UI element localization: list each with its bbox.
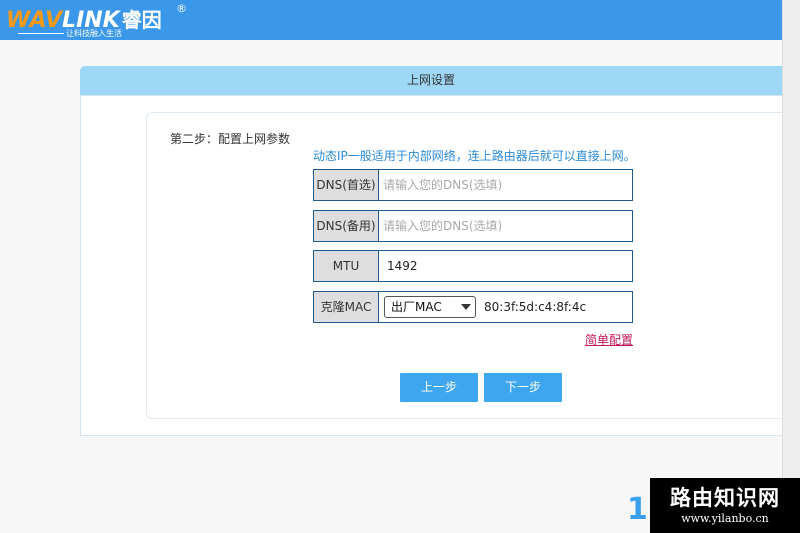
dns-backup-label: DNS(备用) xyxy=(314,211,379,241)
mtu-label: MTU xyxy=(314,251,379,281)
chevron-down-icon xyxy=(461,304,471,310)
logo-wav-text: WAV xyxy=(6,8,63,33)
mtu-field[interactable]: MTU 1492 xyxy=(313,250,633,282)
registered-mark: ® xyxy=(176,2,187,15)
simple-config-link[interactable]: 简单配置 xyxy=(585,331,633,348)
logo-slogan: 让科技融入生活 xyxy=(66,29,122,38)
dns-backup-input[interactable]: 请输入您的DNS(选填) xyxy=(383,211,502,241)
panel-title: 上网设置 xyxy=(80,66,782,95)
dns-primary-field[interactable]: DNS(首选) 请输入您的DNS(选填) xyxy=(313,169,633,201)
watermark: 路由知识网 www.yilanbo.cn xyxy=(650,478,800,533)
dns-primary-input[interactable]: 请输入您的DNS(选填) xyxy=(383,170,502,200)
dns-backup-field[interactable]: DNS(备用) 请输入您的DNS(选填) xyxy=(313,210,633,242)
top-header: WAVLINK 睿因 ® 让科技融入生活 xyxy=(0,0,782,40)
step-label: 第二步：配置上网参数 xyxy=(170,132,291,146)
connection-hint: 动态IP一般适用于内部网络，连上路由器后就可以直接上网。 xyxy=(313,149,636,163)
mac-source-selected: 出厂MAC xyxy=(391,300,442,314)
clone-mac-field[interactable]: 克隆MAC 出厂MAC 80:3f:5d:c4:8f:4c xyxy=(313,291,633,323)
clone-mac-label: 克隆MAC xyxy=(314,292,379,322)
watermark-title: 路由知识网 xyxy=(670,486,780,510)
dns-primary-label: DNS(首选) xyxy=(314,170,379,200)
mac-source-select[interactable]: 出厂MAC xyxy=(384,296,476,318)
slogan-divider xyxy=(18,33,64,34)
next-step-button[interactable]: 下一步 xyxy=(484,373,562,402)
mtu-input[interactable]: 1492 xyxy=(387,251,418,281)
prev-step-button[interactable]: 上一步 xyxy=(400,373,478,402)
logo-chinese-text: 睿因 xyxy=(121,8,162,32)
partial-glyph: 1 xyxy=(627,492,648,527)
mac-address-input[interactable]: 80:3f:5d:c4:8f:4c xyxy=(484,292,586,322)
vertical-scrollbar[interactable] xyxy=(782,0,800,533)
watermark-url: www.yilanbo.cn xyxy=(681,512,769,525)
